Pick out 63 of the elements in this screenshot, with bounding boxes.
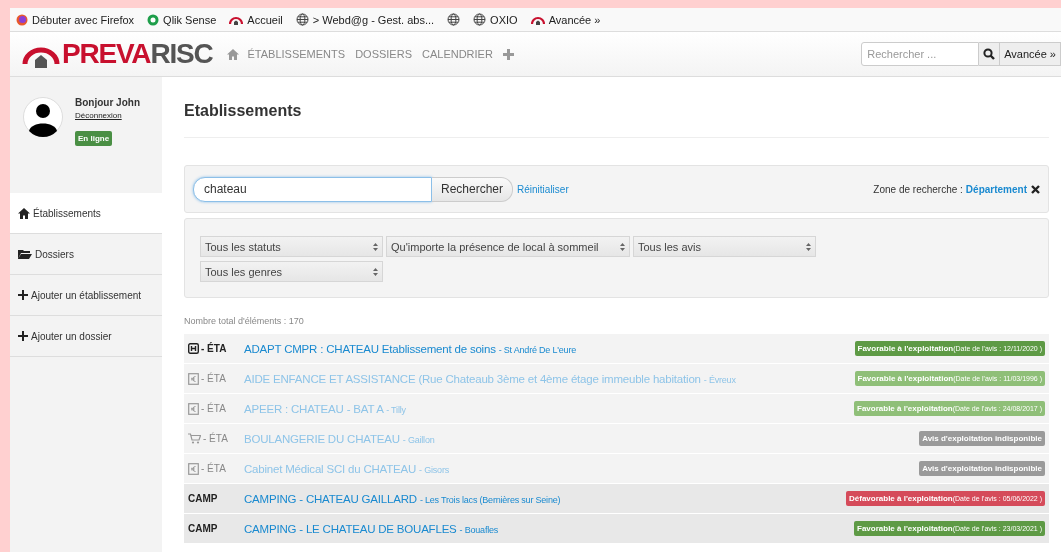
close-icon[interactable] — [1031, 184, 1040, 194]
greeting: Bonjour John — [75, 97, 140, 108]
type-label: - ÉTA — [201, 463, 226, 474]
bookmark[interactable] — [447, 13, 461, 26]
zone-label: Zone de recherche : — [873, 183, 963, 195]
page-title: Etablissements — [184, 77, 1049, 138]
sidebar-item[interactable]: Ajouter un dossier — [10, 316, 162, 357]
bookmark[interactable]: OXIO — [473, 13, 518, 26]
plus-icon[interactable] — [502, 48, 514, 60]
advanced-search-button[interactable]: Avancée » — [1000, 42, 1061, 66]
sort-icon — [373, 242, 378, 251]
plus-icon — [18, 331, 28, 341]
firefox-icon — [16, 13, 28, 26]
globe-icon — [447, 13, 461, 26]
cart-icon — [188, 433, 201, 444]
sidebar-item[interactable]: Dossiers — [10, 234, 162, 275]
avis-badge: Avis d'exploitation indisponible — [919, 431, 1045, 446]
type-label: CAMP — [188, 493, 218, 504]
type-label: - ÉTA — [203, 433, 228, 444]
bookmark[interactable]: Avancée » — [530, 13, 601, 26]
type-label: - ÉTA — [201, 403, 226, 414]
nav-link[interactable]: ÉTABLISSEMENTS — [247, 48, 346, 60]
filter-dropdown[interactable]: Tous les statuts — [200, 236, 383, 257]
nav-link[interactable]: DOSSIERS — [355, 48, 412, 60]
filter-dropdown[interactable]: Tous les avis — [633, 236, 816, 257]
bookmark[interactable]: Débuter avec Firefox — [16, 13, 135, 26]
sort-icon — [373, 267, 378, 276]
nav-link[interactable]: CALENDRIER — [422, 48, 493, 60]
sort-icon — [806, 242, 811, 251]
bookmark[interactable]: > Webd@g - Gest. abs... — [295, 13, 435, 26]
qlik-icon — [147, 13, 160, 26]
search-button[interactable] — [979, 42, 1001, 66]
roof-icon — [229, 14, 244, 25]
bookmark[interactable]: Qlik Sense — [147, 13, 217, 26]
roof-icon — [530, 14, 545, 25]
sort-icon — [620, 242, 625, 251]
globe-icon — [295, 13, 309, 26]
search-field[interactable]: Rechercher ... — [861, 42, 980, 66]
total-count: Nombre total d'éléments : 170 — [184, 316, 305, 326]
establishment-link[interactable]: ADAPT CMPR : CHATEAU Etablissement de soins - St André De L'eure — [244, 342, 576, 355]
bookmark[interactable]: Accueil — [229, 13, 283, 26]
type-label: - ÉTA — [201, 343, 227, 354]
search-icon — [983, 48, 996, 60]
home-icon[interactable] — [226, 48, 239, 60]
sidebar-item[interactable]: Établissements — [10, 193, 162, 234]
reset-link[interactable]: Réinitialiser — [517, 183, 569, 195]
filter-dropdown[interactable]: Tous les genres — [200, 261, 383, 282]
filter-dropdown[interactable]: Qu'importe la présence de local à sommeil — [386, 236, 630, 257]
home-icon — [18, 207, 30, 219]
status-badge: En ligne — [75, 131, 113, 146]
plus-icon — [18, 290, 28, 300]
search-field[interactable]: chateau — [193, 176, 432, 202]
type-label: CAMP — [188, 523, 218, 534]
globe-icon — [473, 13, 487, 26]
avis-badge: Avis d'exploitation indisponible — [919, 461, 1045, 476]
hospital-icon — [188, 343, 199, 354]
logout-link[interactable]: Déconnexion — [75, 111, 122, 120]
type-label: - ÉTA — [201, 373, 226, 384]
avatar — [23, 97, 63, 137]
sidebar-item[interactable]: Ajouter un établissement — [10, 275, 162, 316]
search-button[interactable]: Rechercher — [432, 176, 514, 202]
prevarisc-logo[interactable]: PREVARISC — [22, 40, 213, 68]
folder-icon — [18, 249, 32, 259]
